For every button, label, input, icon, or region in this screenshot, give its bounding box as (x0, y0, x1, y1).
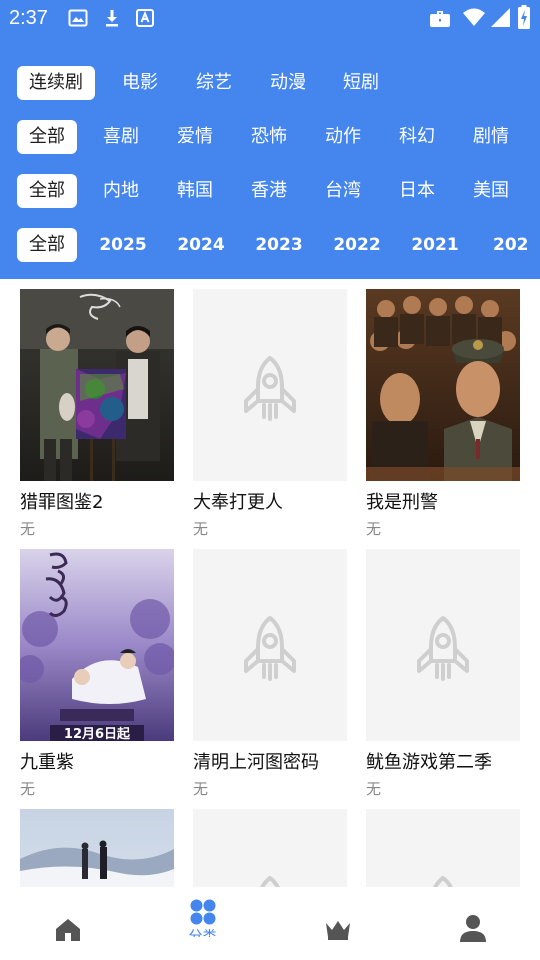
region-chip-taiwan[interactable]: 台湾 (308, 174, 378, 208)
year-chip-all[interactable]: 全部 (17, 228, 77, 262)
filter-header: 2:37 连续剧 电影 综艺 动漫 短剧 全部 喜剧 爱情 恐怖 动作 科幻 剧… (0, 0, 540, 279)
user-icon (459, 915, 486, 942)
card-title: 大奉打更人 (193, 492, 283, 513)
type-filter-row: 连续剧 电影 综艺 动漫 短剧 (0, 60, 540, 104)
year-filter-row: 全部 2025 2024 2023 2022 2021 202 (0, 222, 540, 266)
year-chip-2021[interactable]: 2021 (400, 228, 470, 262)
rocket-placeholder-icon (244, 616, 296, 681)
card-title: 九重紫 (20, 752, 74, 773)
genre-chip-comedy[interactable]: 喜剧 (86, 120, 156, 154)
poster-placeholder (193, 549, 347, 741)
region-chip-mainland[interactable]: 内地 (86, 174, 156, 208)
card-title: 我是刑警 (366, 492, 438, 513)
briefcase-icon (430, 11, 450, 27)
status-bar: 2:37 (0, 0, 540, 36)
rocket-placeholder-icon (417, 616, 469, 681)
poster-placeholder (366, 809, 520, 887)
type-chip-movie[interactable]: 电影 (105, 66, 175, 100)
card-subtitle: 无 (193, 780, 209, 798)
download-icon (106, 10, 118, 27)
card-subtitle: 无 (193, 520, 209, 538)
year-chip-2023[interactable]: 2023 (244, 228, 314, 262)
media-card[interactable]: 清明上河图密码 无 (193, 549, 347, 799)
nav-category-label: 分类 (188, 929, 217, 937)
year-chip-2024[interactable]: 2024 (166, 228, 236, 262)
poster-image (20, 809, 174, 887)
text-app-icon (136, 9, 154, 27)
poster-caption: 12月6日起 (64, 726, 131, 741)
region-filter-row: 全部 内地 韩国 香港 台湾 日本 美国 (0, 168, 540, 212)
genre-chip-romance[interactable]: 爱情 (160, 120, 230, 154)
genre-chip-action[interactable]: 动作 (308, 120, 378, 154)
media-card[interactable] (20, 809, 174, 887)
poster-placeholder (193, 809, 347, 887)
image-icon (68, 9, 88, 27)
media-card[interactable] (366, 809, 520, 887)
year-chip-202x[interactable]: 202 (478, 228, 540, 262)
rocket-placeholder-icon (260, 876, 280, 887)
poster-placeholder (366, 549, 520, 741)
type-chip-short[interactable]: 短剧 (326, 66, 396, 100)
region-chip-all[interactable]: 全部 (17, 174, 77, 208)
content-grid: 猎罪图鉴2 无 大奉打更人 无 我是刑警 无 12月6日起 九重紫 无 清明上河… (0, 279, 540, 887)
category-grid-icon (190, 899, 215, 925)
nav-category[interactable]: 分类 (135, 887, 270, 960)
card-subtitle: 无 (366, 780, 382, 798)
type-chip-anime[interactable]: 动漫 (253, 66, 323, 100)
rocket-placeholder-icon (244, 356, 296, 421)
card-subtitle: 无 (20, 780, 36, 798)
bottom-nav: 分类 (0, 887, 540, 960)
signal-icon (491, 8, 510, 27)
rocket-placeholder-icon (433, 876, 453, 887)
type-chip-variety[interactable]: 综艺 (179, 66, 249, 100)
battery-icon (518, 5, 530, 29)
card-title: 猎罪图鉴2 (20, 492, 104, 513)
genre-chip-drama[interactable]: 剧情 (456, 120, 526, 154)
status-time: 2:37 (9, 7, 48, 29)
type-chip-series[interactable]: 连续剧 (17, 66, 95, 100)
card-title: 鱿鱼游戏第二季 (366, 752, 492, 773)
genre-chip-horror[interactable]: 恐怖 (234, 120, 304, 154)
genre-chip-scifi[interactable]: 科幻 (382, 120, 452, 154)
region-chip-usa[interactable]: 美国 (456, 174, 526, 208)
media-card[interactable]: 12月6日起 九重紫 无 (20, 549, 174, 799)
media-card[interactable]: 猎罪图鉴2 无 (20, 289, 174, 539)
year-chip-2025[interactable]: 2025 (88, 228, 158, 262)
nav-home[interactable] (0, 887, 135, 960)
genre-chip-all[interactable]: 全部 (17, 120, 77, 154)
media-card[interactable]: 大奉打更人 无 (193, 289, 347, 539)
poster-image (20, 289, 174, 481)
media-card[interactable]: 我是刑警 无 (366, 289, 520, 539)
year-chip-2022[interactable]: 2022 (322, 228, 392, 262)
region-chip-hongkong[interactable]: 香港 (234, 174, 304, 208)
poster-image (366, 289, 520, 481)
poster-image: 12月6日起 (20, 549, 174, 741)
poster-placeholder (193, 289, 347, 481)
home-icon (55, 919, 80, 941)
region-chip-japan[interactable]: 日本 (382, 174, 452, 208)
region-chip-korea[interactable]: 韩国 (160, 174, 230, 208)
media-card[interactable]: 鱿鱼游戏第二季 无 (366, 549, 520, 799)
nav-profile[interactable] (405, 887, 540, 960)
nav-vip[interactable] (270, 887, 405, 960)
media-card[interactable] (193, 809, 347, 887)
card-subtitle: 无 (366, 520, 382, 538)
card-title: 清明上河图密码 (193, 752, 319, 773)
card-subtitle: 无 (20, 520, 36, 538)
genre-filter-row: 全部 喜剧 爱情 恐怖 动作 科幻 剧情 (0, 114, 540, 158)
wifi-icon (463, 8, 485, 26)
crown-icon (325, 921, 350, 940)
